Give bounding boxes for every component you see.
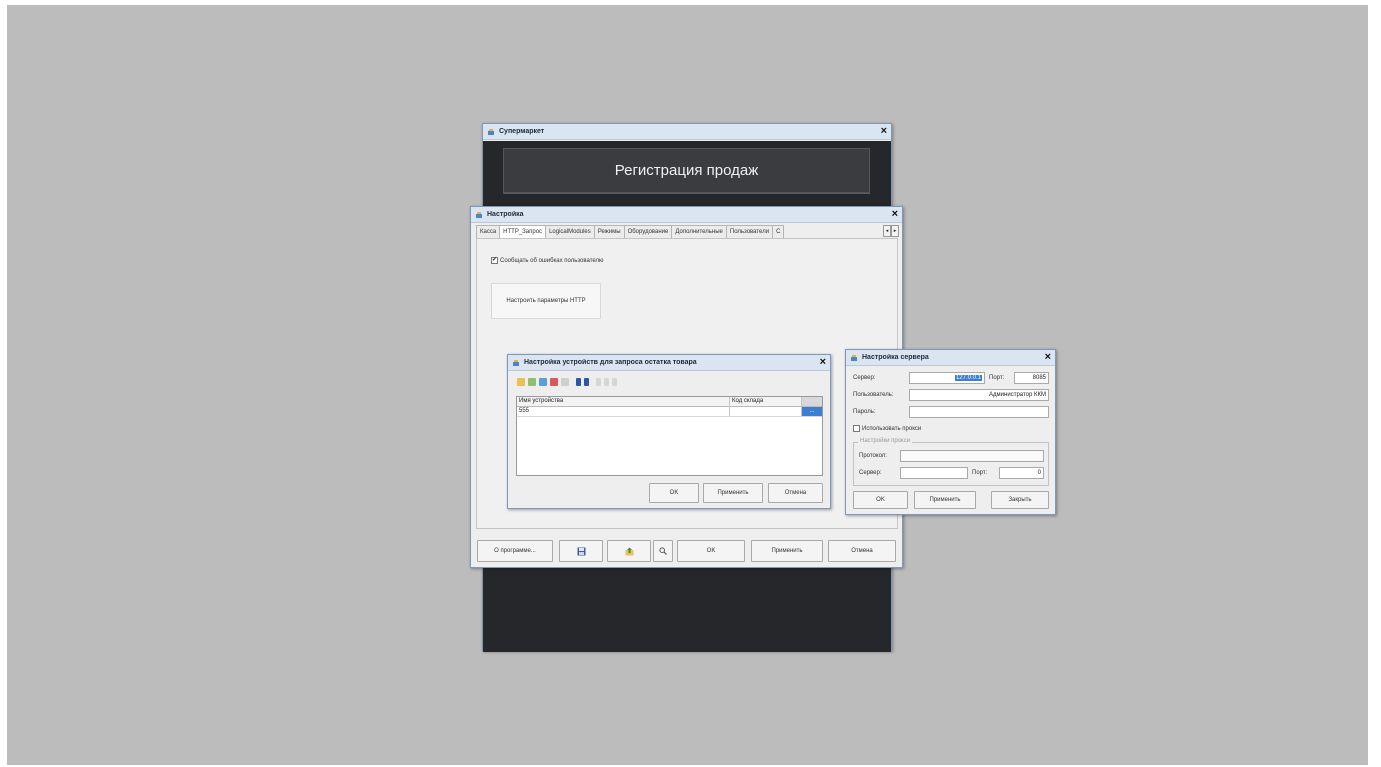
apply-button[interactable]: Применить [703, 483, 763, 503]
proxy-port-label: Порт: [972, 470, 988, 476]
refresh-icon[interactable] [612, 378, 617, 386]
ok-button[interactable]: OK [677, 540, 745, 562]
proxy-port-input[interactable]: 0 [999, 467, 1044, 479]
apply-button[interactable]: Применить [751, 540, 823, 562]
close-icon[interactable]: × [892, 209, 898, 220]
table-row[interactable]: 555 ... [517, 407, 822, 417]
window-title: Настройка устройств для запроса остатка … [524, 359, 697, 366]
search-button[interactable] [653, 540, 673, 562]
clear-icon[interactable] [561, 378, 569, 386]
ok-button[interactable]: OK [853, 491, 908, 509]
cancel-button[interactable]: Отмена [828, 540, 896, 562]
server-value: 127.0.0.1 [954, 375, 982, 381]
edit-icon[interactable] [539, 378, 547, 386]
port-input[interactable]: 8085 [1014, 372, 1049, 384]
load-button[interactable] [607, 540, 651, 562]
close-button[interactable]: Закрыть [991, 491, 1049, 509]
cancel-button[interactable]: Отмена [768, 483, 823, 503]
report-errors-checkbox[interactable]: ✔ Сообщать об ошибках пользователю [491, 257, 604, 264]
user-label: Пользователь: [853, 392, 894, 398]
proxy-settings-group: Настройки прокси Протокол: Сервер: Порт:… [853, 438, 1049, 486]
server-dialog-titlebar: Настройка сервера × [846, 350, 1055, 366]
column-extra [802, 397, 822, 406]
protocol-input[interactable] [900, 450, 1044, 462]
app-icon [850, 354, 858, 362]
device-dialog-titlebar: Настройка устройств для запроса остатка … [508, 355, 830, 371]
user-input[interactable]: Администратор ККМ [909, 389, 1049, 401]
copy-icon[interactable] [528, 378, 536, 386]
floppy-icon [577, 547, 585, 555]
use-proxy-label: Использовать прокси [862, 426, 922, 433]
device-table: Имя устройства Код склада 555 ... [516, 396, 823, 476]
upload-icon [625, 547, 633, 555]
add-icon[interactable] [517, 378, 525, 386]
device-name-cell[interactable]: 555 [517, 407, 730, 416]
arrow-up-icon[interactable] [576, 378, 581, 386]
about-button[interactable]: О программе... [477, 540, 553, 562]
chevron-right-icon[interactable]: ▸ [891, 225, 899, 237]
supermarket-titlebar: Супермаркет × [483, 124, 891, 140]
tab-scroll: ◂ ▸ [883, 225, 899, 237]
move-first-icon[interactable] [596, 378, 601, 386]
tab-http-request[interactable]: HTTP_Запрос [499, 225, 547, 239]
device-settings-dialog: Настройка устройств для запроса остатка … [507, 354, 831, 509]
server-settings-dialog: Настройка сервера × Сервер: 127.0.0.1 По… [845, 349, 1056, 515]
window-title: Супермаркет [499, 128, 545, 135]
close-icon[interactable]: × [820, 357, 826, 368]
close-icon[interactable]: × [881, 126, 887, 137]
settings-tabs: Касса HTTP_Запрос LogicalModules Режимы … [476, 225, 785, 239]
chevron-left-icon[interactable]: ◂ [883, 225, 891, 237]
app-icon [487, 128, 495, 136]
proxy-server-label: Сервер: [859, 470, 882, 476]
app-icon [512, 359, 520, 367]
tab-kassa[interactable]: Касса [476, 225, 501, 238]
tab-logical-modules[interactable]: LogicalModules [545, 225, 595, 238]
save-button[interactable] [559, 540, 603, 562]
window-title: Настройка сервера [862, 354, 929, 361]
tab-users[interactable]: Пользователи [725, 225, 774, 238]
ellipsis-button[interactable]: ... [802, 407, 822, 416]
port-label: Порт: [989, 375, 1005, 381]
checkbox-checked-icon: ✔ [491, 257, 498, 264]
checkbox-label: Сообщать об ошибках пользователю [500, 258, 604, 265]
tab-additional[interactable]: Дополнительные [671, 225, 727, 238]
tab-modes[interactable]: Режимы [593, 225, 625, 238]
server-label: Сервер: [853, 375, 876, 381]
settings-titlebar: Настройка × [471, 207, 902, 223]
server-input[interactable]: 127.0.0.1 [909, 372, 985, 384]
checkbox-unchecked-icon [853, 425, 860, 432]
column-warehouse-code[interactable]: Код склада [730, 397, 802, 406]
close-icon[interactable]: × [1045, 352, 1051, 363]
search-icon [659, 547, 667, 555]
window-title: Настройка [487, 211, 524, 218]
protocol-label: Протокол: [859, 453, 887, 459]
configure-http-button[interactable]: Настроить параметры HTTP [491, 283, 601, 319]
warehouse-code-cell[interactable] [730, 407, 802, 416]
apply-button[interactable]: Применить [914, 491, 976, 509]
table-header: Имя устройства Код склада [517, 397, 822, 407]
move-last-icon[interactable] [604, 378, 609, 386]
column-device-name[interactable]: Имя устройства [517, 397, 730, 406]
sales-registration-banner[interactable]: Регистрация продаж [503, 148, 870, 193]
app-icon [475, 211, 483, 219]
divider [503, 193, 870, 194]
tab-more[interactable]: С [772, 225, 785, 238]
password-label: Пароль: [853, 409, 876, 415]
delete-icon[interactable] [550, 378, 558, 386]
use-proxy-checkbox[interactable]: Использовать прокси [853, 425, 921, 432]
arrow-down-icon[interactable] [584, 378, 589, 386]
password-input[interactable] [909, 406, 1049, 418]
proxy-group-title: Настройки прокси [858, 438, 913, 444]
tab-equipment[interactable]: Оборудование [623, 225, 673, 238]
device-toolbar [517, 378, 617, 386]
proxy-server-input[interactable] [900, 467, 968, 479]
ok-button[interactable]: OK [649, 483, 699, 503]
